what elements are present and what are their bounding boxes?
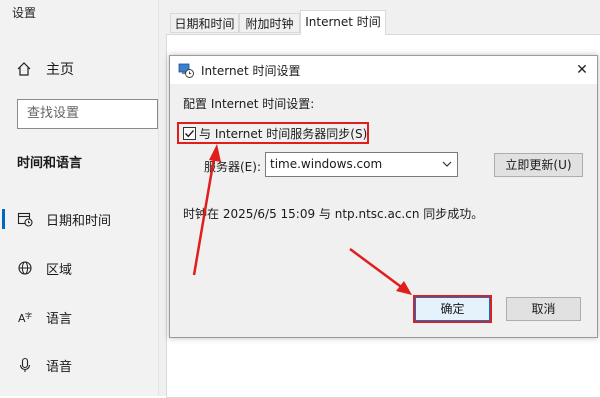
sidebar-item-label: 区域 [46, 263, 73, 278]
sidebar-item-speech[interactable]: 语音 [0, 353, 158, 377]
sidebar-item-language[interactable]: A 字 语言 [0, 305, 158, 329]
chevron-down-icon[interactable] [442, 159, 452, 169]
sidebar-item-region[interactable]: 区域 [0, 256, 158, 280]
network-clock-icon [178, 63, 194, 78]
sync-status-text: 时钟在 2025/6/5 15:09 与 ntp.ntsc.ac.cn 同步成功… [183, 207, 484, 221]
microphone-icon [19, 357, 31, 372]
calendar-clock-icon [17, 212, 33, 227]
dialog-heading: 配置 Internet 时间设置: [183, 97, 315, 111]
svg-text:字: 字 [25, 311, 32, 320]
sidebar-item-label: 语言 [46, 312, 73, 327]
internet-time-settings-dialog: Internet 时间设置 ✕ 配置 Internet 时间设置: 与 Inte… [169, 55, 598, 338]
app-title: 设置 [12, 6, 37, 20]
tab-date-time[interactable]: 日期和时间 [170, 13, 239, 33]
server-value: time.windows.com [270, 157, 383, 171]
language-icon: A 字 [18, 311, 32, 325]
annotation-highlight-ok [413, 295, 492, 323]
tab-internet-time[interactable]: Internet 时间 [300, 10, 386, 35]
settings-sidebar: 设置 主页 查找设置 时间和语言 日期和时间 区域 A 字 语言 语音 [0, 0, 158, 396]
cancel-button[interactable]: 取消 [506, 297, 581, 321]
sidebar-item-label: 语音 [46, 360, 73, 375]
tab-additional-clocks[interactable]: 附加时钟 [239, 13, 300, 33]
update-now-button[interactable]: 立即更新(U) [494, 153, 583, 177]
close-button[interactable]: ✕ [567, 56, 597, 84]
server-combobox[interactable]: time.windows.com [265, 152, 458, 177]
annotation-highlight-checkbox [177, 122, 369, 144]
sidebar-item-label: 主页 [46, 62, 74, 78]
sidebar-item-home[interactable]: 主页 [16, 58, 74, 80]
dialog-titlebar: Internet 时间设置 ✕ [170, 56, 597, 84]
sidebar-item-label: 日期和时间 [46, 214, 112, 229]
globe-icon [18, 261, 32, 275]
home-icon [17, 62, 31, 76]
sidebar-section-title: 时间和语言 [17, 156, 83, 171]
dialog-title: Internet 时间设置 [201, 64, 301, 78]
search-input[interactable]: 查找设置 [17, 99, 158, 129]
sidebar-item-date-time[interactable]: 日期和时间 [0, 207, 158, 231]
server-label: 服务器(E): [204, 160, 261, 174]
